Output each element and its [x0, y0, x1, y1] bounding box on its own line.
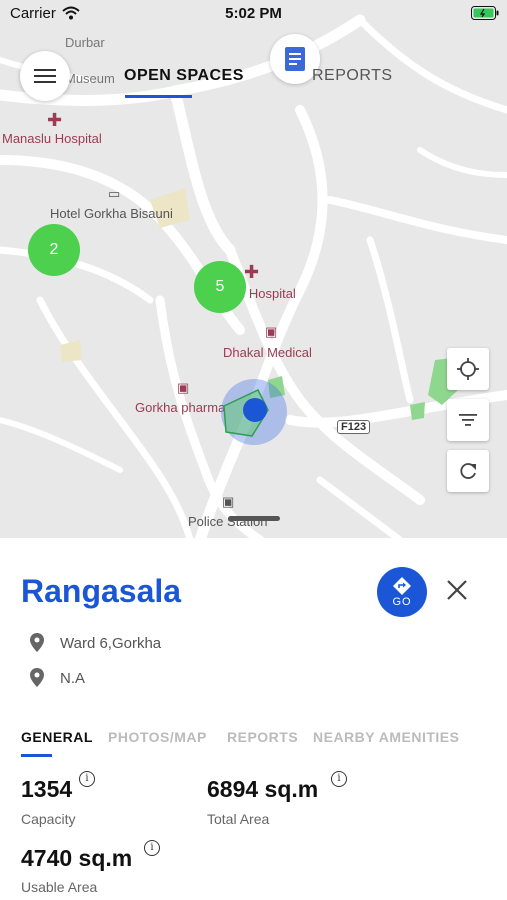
tab-open-spaces[interactable]: OPEN SPACES — [124, 67, 244, 85]
hospital-cross-icon: ✚ — [47, 110, 63, 130]
active-tab-indicator — [21, 754, 52, 757]
map-label-pharma: Gorkha pharma — [135, 400, 226, 415]
police-icon: ▣ — [222, 494, 235, 509]
crosshair-icon — [457, 358, 479, 380]
place-title: Rangasala — [21, 573, 182, 609]
hospital-cross-icon: ✚ — [244, 262, 260, 282]
map-label-hospital: e Hospital — [238, 286, 296, 301]
pharmacy-icon: ▣ — [177, 380, 190, 395]
location-pin-icon — [30, 668, 44, 687]
map-view[interactable]: Durbar Museum ✚ Manaslu Hospital ▭ Hotel… — [0, 0, 507, 540]
directions-icon — [393, 576, 411, 595]
filter-icon — [459, 414, 477, 426]
tab-general[interactable]: GENERAL — [21, 729, 93, 745]
tab-reports[interactable]: REPORTS — [227, 729, 298, 745]
go-label: GO — [392, 595, 412, 608]
close-button[interactable] — [443, 576, 471, 604]
location-pin-icon — [30, 633, 44, 652]
info-icon[interactable]: i — [144, 840, 160, 856]
road-shield-f123: F123 — [337, 420, 371, 434]
active-tab-indicator — [125, 95, 192, 98]
clock: 5:02 PM — [225, 5, 282, 22]
menu-button[interactable] — [20, 51, 70, 101]
usable-area-value: 4740 sq.m — [21, 845, 133, 871]
capacity-label: Capacity — [21, 811, 76, 827]
sheet-drag-handle[interactable] — [228, 516, 280, 521]
tab-photos-map[interactable]: PHOTOS/MAP — [108, 729, 207, 745]
battery-icon — [471, 6, 499, 20]
user-location-marker[interactable] — [218, 376, 290, 448]
status-bar: Carrier 5:02 PM — [0, 0, 507, 28]
info-icon[interactable]: i — [79, 771, 95, 787]
ward-text: Ward 6,Gorkha — [60, 635, 162, 652]
pharmacy-icon: ▣ — [265, 324, 278, 339]
map-label-manaslu: Manaslu Hospital — [2, 131, 102, 146]
usable-area-label: Usable Area — [21, 879, 98, 895]
info-icon[interactable]: i — [331, 771, 347, 787]
map-label-museum: Museum — [65, 71, 115, 86]
hotel-bed-icon: ▭ — [108, 186, 121, 201]
refresh-button[interactable] — [447, 450, 489, 492]
map-label-durbar: Durbar — [65, 35, 105, 50]
tab-nearby-amenities[interactable]: NEARBY AMENITIES — [313, 729, 459, 745]
document-icon — [285, 47, 305, 71]
close-icon — [447, 580, 467, 600]
map-cluster[interactable]: 2 — [28, 224, 80, 276]
hamburger-icon — [34, 69, 56, 83]
map-label-dhakal: Dhakal Medical — [223, 345, 312, 360]
map-cluster[interactable]: 5 — [194, 261, 246, 313]
refresh-icon — [460, 463, 476, 479]
tab-reports[interactable]: REPORTS — [312, 67, 393, 85]
total-area-label: Total Area — [207, 811, 270, 827]
map-label-hotel: Hotel Gorkha Bisauni — [50, 206, 173, 221]
total-area-value: 6894 sq.m — [207, 776, 319, 802]
filter-button[interactable] — [447, 399, 489, 441]
capacity-value: 1354 — [21, 776, 73, 802]
go-button[interactable]: GO — [377, 567, 427, 617]
locate-button[interactable] — [447, 348, 489, 390]
address-text: N.A — [60, 670, 86, 687]
